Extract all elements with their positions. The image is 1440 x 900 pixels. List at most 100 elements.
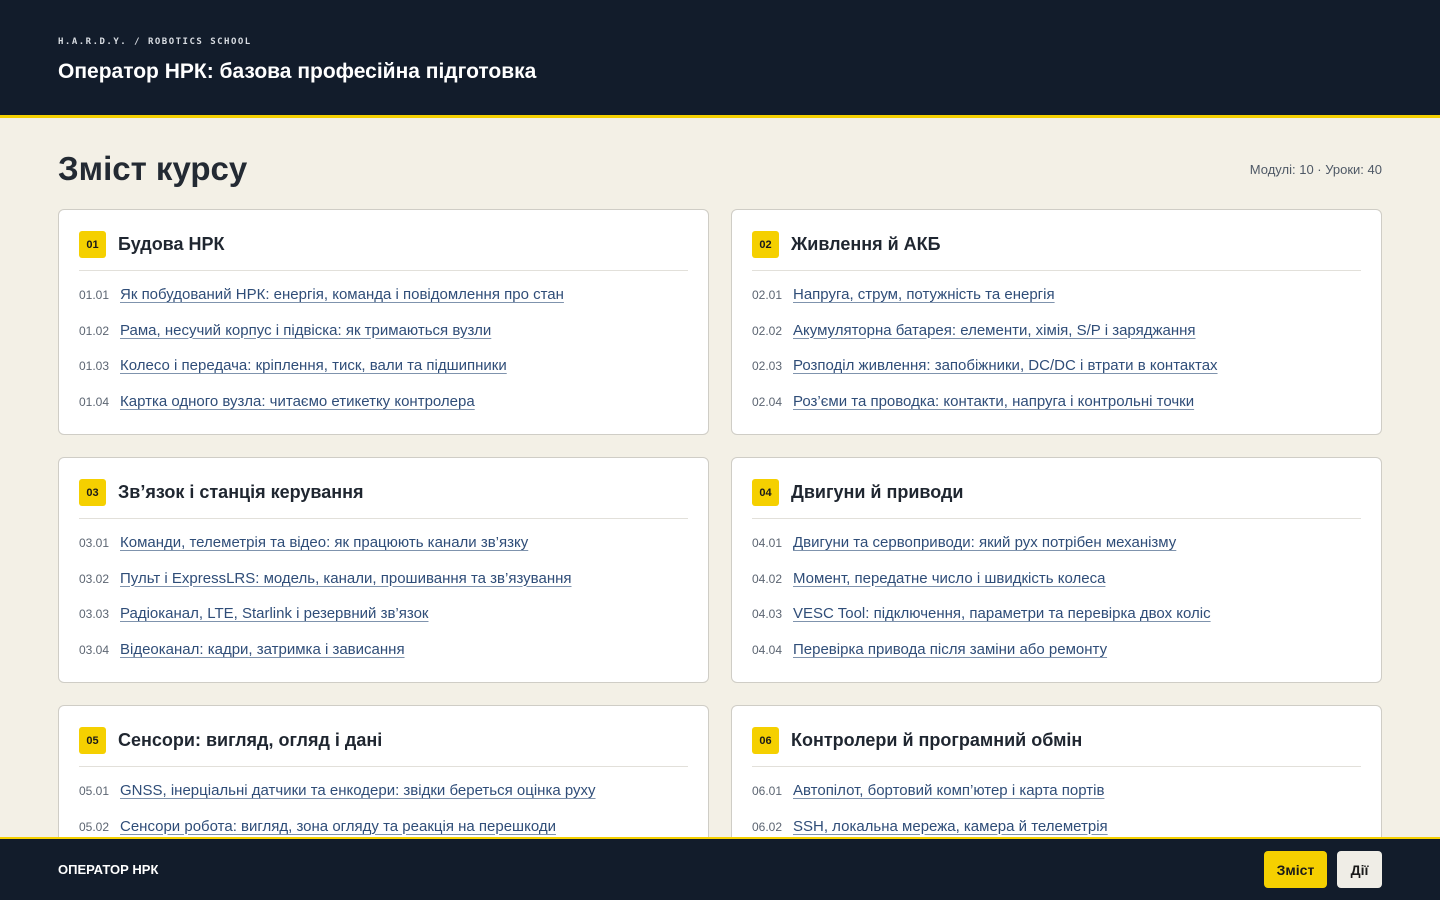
lesson-item: 02.02 Акумуляторна батарея: елементи, хім… — [752, 322, 1361, 358]
lesson-link[interactable]: VESC Tool: підключення, параметри та пер… — [793, 605, 1211, 622]
lesson-number: 03.04 — [79, 642, 110, 657]
actions-button[interactable]: Дії — [1337, 851, 1382, 888]
lesson-number: 06.01 — [752, 784, 783, 798]
module-title: Контролери й програмний обмін — [791, 730, 1083, 750]
lesson-link[interactable]: Рама, несучий корпус і підвіска: як трим… — [120, 322, 491, 339]
module-header: 06 Контролери й програмний обмін — [752, 726, 1361, 755]
contents-button[interactable]: Зміст — [1264, 851, 1327, 888]
module-title: Двигуни й приводи — [791, 482, 964, 502]
lesson-link[interactable]: Напруга, струм, потужність та енергія — [793, 286, 1055, 303]
lesson-number: 01.02 — [79, 323, 110, 338]
module-card: 05 Сенсори: вигляд, огляд і дані 05.01 GNSS… — [58, 705, 709, 837]
module-title: Сенсори: вигляд, огляд і дані — [118, 730, 383, 750]
module-grid: 01 Будова НРК 01.01 Як побудований НРК: ене… — [58, 209, 1382, 837]
module-number-badge: 04 — [752, 479, 779, 506]
lesson-number: 04.04 — [752, 642, 783, 657]
lesson-link[interactable]: Як побудований НРК: енергія, команда і п… — [120, 286, 564, 303]
lesson-item: 01.03 Колесо і передача: кріплення, тиск,… — [79, 357, 688, 393]
module-header: 04 Двигуни й приводи — [752, 478, 1361, 507]
module-card: 01 Будова НРК 01.01 Як побудований НРК: ене… — [58, 209, 709, 435]
lesson-number: 02.03 — [752, 359, 783, 374]
course-title: Оператор НРК: базова професійна підготов… — [58, 60, 537, 83]
lesson-number: 02.02 — [752, 323, 783, 338]
lesson-number: 04.02 — [752, 571, 783, 586]
lesson-item: 04.01 Двигуни та сервоприводи: який рух п… — [752, 534, 1361, 570]
lesson-number: 03.02 — [79, 571, 110, 586]
lesson-number: 04.03 — [752, 607, 783, 622]
lesson-link[interactable]: Пульт і ExpressLRS: модель, канали, прош… — [120, 570, 572, 587]
lesson-item: 03.04 Відеоканал: кадри, затримка і завис… — [79, 641, 688, 677]
lesson-link[interactable]: GNSS, інерціальні датчики та енкодери: з… — [120, 782, 596, 799]
lesson-link[interactable]: Роз’єми та проводка: контакти, напруга і… — [793, 393, 1194, 410]
lesson-item: 04.03 VESC Tool: підключення, параметри т… — [752, 605, 1361, 641]
lesson-link[interactable]: Відеоканал: кадри, затримка і зависання — [120, 641, 405, 658]
lesson-link[interactable]: Команди, телеметрія та відео: як працюют… — [120, 534, 528, 551]
lesson-number: 01.03 — [79, 359, 110, 374]
lesson-number: 02.01 — [752, 288, 783, 302]
module-divider — [79, 518, 688, 519]
lesson-number: 01.01 — [79, 288, 110, 302]
module-card: 04 Двигуни й приводи 04.01 Двигуни та серво… — [731, 457, 1382, 683]
module-title: Будова НРК — [118, 234, 225, 254]
module-header: 05 Сенсори: вигляд, огляд і дані — [79, 726, 688, 755]
module-header: 02 Живлення й АКБ — [752, 230, 1361, 259]
lesson-item: 03.03 Радіоканал, LTE, Starlink і резервн… — [79, 605, 688, 641]
module-divider — [752, 518, 1361, 519]
lesson-item: 03.02 Пульт і ExpressLRS: модель, канали,… — [79, 570, 688, 606]
lesson-item: 01.01 Як побудований НРК: енергія, команд… — [79, 286, 688, 322]
module-title: Зв’язок і станція керування — [118, 482, 364, 502]
module-title: Живлення й АКБ — [791, 234, 941, 254]
lesson-link[interactable]: Розподіл живлення: запобіжники, DC/DC і … — [793, 357, 1218, 374]
top-header: H.A.R.D.Y. / ROBOTICS SCHOOL Оператор НР… — [0, 0, 1440, 118]
bottom-bar: ОПЕРАТОР НРК Зміст Дії — [0, 837, 1440, 900]
lesson-link[interactable]: Картка одного вузла: читаємо етикетку ко… — [120, 393, 475, 410]
lesson-item: 02.01 Напруга, струм, потужність та енерг… — [752, 286, 1361, 322]
lesson-number: 05.02 — [79, 819, 110, 834]
module-card: 02 Живлення й АКБ 02.01 Напруга, струм, пот… — [731, 209, 1382, 435]
module-number-badge: 05 — [79, 727, 106, 754]
lesson-link[interactable]: Сенсори робота: вигляд, зона огляду та р… — [120, 818, 556, 835]
main-content[interactable]: Зміст курсу Модулі: 10 · Уроки: 40 01 Буд… — [0, 118, 1440, 837]
module-card: 03 Зв’язок і станція керування 03.01 Команд… — [58, 457, 709, 683]
module-divider — [79, 766, 688, 767]
lesson-link[interactable]: Автопілот, бортовий комп’ютер і карта по… — [793, 782, 1104, 799]
module-number-badge: 03 — [79, 479, 106, 506]
module-number-badge: 02 — [752, 231, 779, 258]
lesson-item: 05.01 GNSS, інерціальні датчики та енкоде… — [79, 782, 688, 818]
module-divider — [752, 766, 1361, 767]
lesson-item: 02.03 Розподіл живлення: запобіжники, DC/… — [752, 357, 1361, 393]
lesson-link[interactable]: Акумуляторна батарея: елементи, хімія, S… — [793, 322, 1196, 339]
lesson-link[interactable]: Колесо і передача: кріплення, тиск, вали… — [120, 357, 507, 374]
module-header: 03 Зв’язок і станція керування — [79, 478, 688, 507]
lesson-number: 03.03 — [79, 607, 110, 622]
module-header: 01 Будова НРК — [79, 230, 688, 259]
lesson-link[interactable]: Двигуни та сервоприводи: який рух потріб… — [793, 534, 1176, 551]
module-divider — [79, 270, 688, 271]
lesson-item: 06.02 SSH, локальна мережа, камера й теле… — [752, 818, 1361, 837]
lesson-item: 02.04 Роз’єми та проводка: контакти, напр… — [752, 393, 1361, 429]
lesson-link[interactable]: Перевірка привода після заміни або ремон… — [793, 641, 1107, 658]
lesson-number: 03.01 — [79, 536, 110, 550]
lesson-item: 04.02 Момент, передатне число і швидкість… — [752, 570, 1361, 606]
module-divider — [752, 270, 1361, 271]
footer-title: ОПЕРАТОР НРК — [58, 862, 159, 877]
lesson-link[interactable]: Момент, передатне число і швидкість коле… — [793, 570, 1105, 587]
lesson-item: 01.02 Рама, несучий корпус і підвіска: як… — [79, 322, 688, 358]
course-stats: Модулі: 10 · Уроки: 40 — [1249, 162, 1382, 177]
module-number-badge: 01 — [79, 231, 106, 258]
module-number-badge: 06 — [752, 727, 779, 754]
lesson-number: 01.04 — [79, 394, 110, 409]
lesson-number: 04.01 — [752, 536, 783, 550]
lesson-item: 04.04 Перевірка привода після заміни або … — [752, 641, 1361, 677]
lesson-number: 02.04 — [752, 394, 783, 409]
lesson-item: 05.02 Сенсори робота: вигляд, зона огляду… — [79, 818, 688, 837]
module-card: 06 Контролери й програмний обмін 06.01 Авто… — [731, 705, 1382, 837]
lesson-link[interactable]: SSH, локальна мережа, камера й телеметрі… — [793, 818, 1108, 835]
page-title: Зміст курсу — [58, 150, 248, 187]
brand-label: H.A.R.D.Y. / ROBOTICS SCHOOL — [58, 37, 252, 47]
lesson-number: 06.02 — [752, 819, 783, 834]
lesson-number: 05.01 — [79, 784, 110, 798]
lesson-item: 01.04 Картка одного вузла: читаємо етикет… — [79, 393, 688, 429]
lesson-link[interactable]: Радіоканал, LTE, Starlink і резервний зв… — [120, 605, 428, 622]
lesson-item: 03.01 Команди, телеметрія та відео: як пр… — [79, 534, 688, 570]
